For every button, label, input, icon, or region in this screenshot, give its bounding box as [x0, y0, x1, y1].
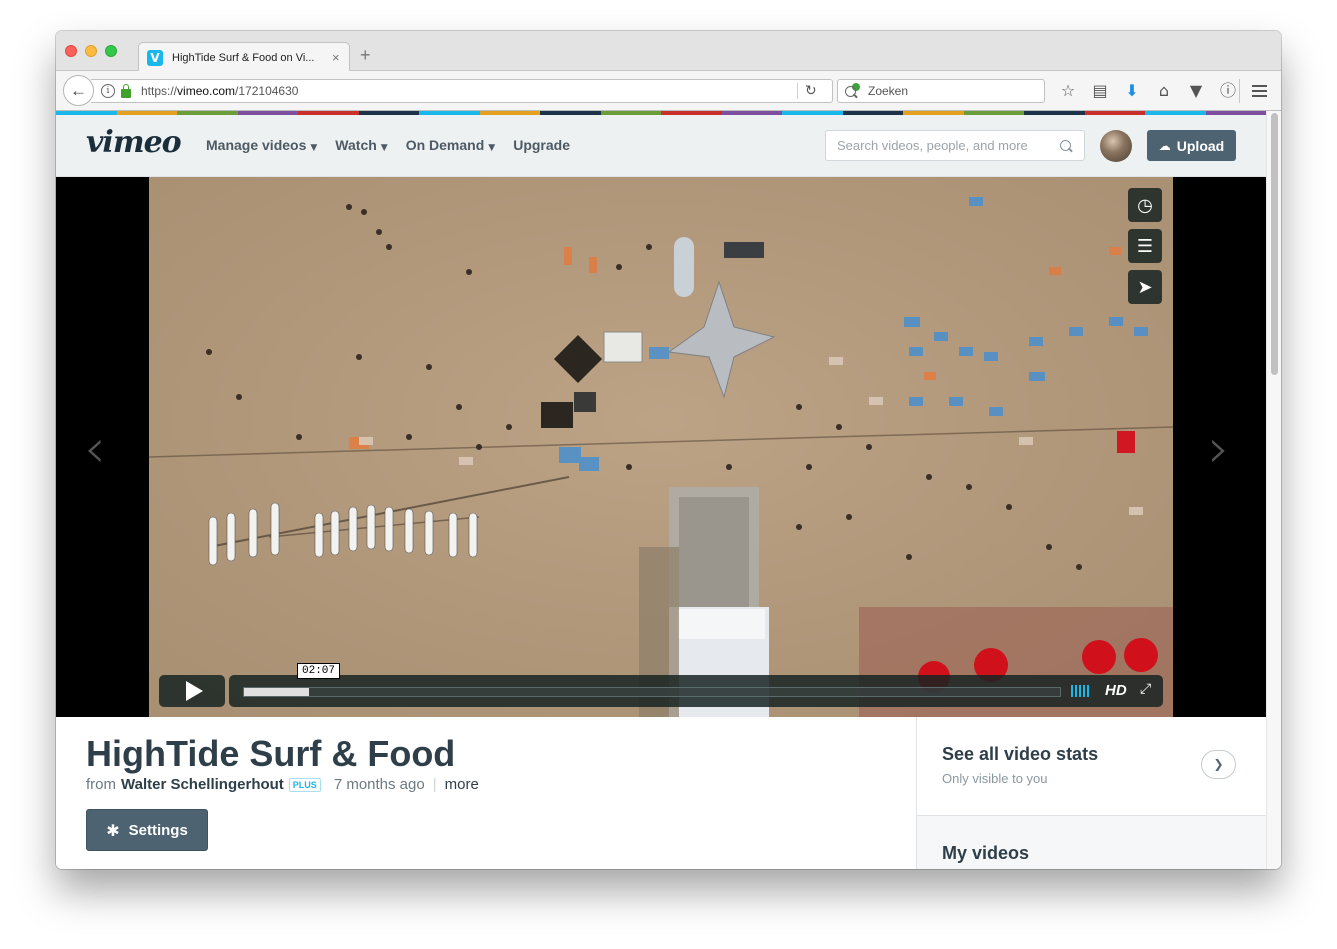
tab-bar: V HighTide Surf & Food on Vi... × +: [56, 31, 1281, 72]
gear-icon: ✱: [106, 820, 120, 840]
video-still: [149, 177, 1173, 717]
minimize-window-button[interactable]: [85, 45, 97, 57]
url-text: https://vimeo.com/172104630: [141, 84, 299, 98]
video-stats-card[interactable]: See all video stats Only visible to you …: [917, 717, 1267, 816]
avatar[interactable]: [1100, 130, 1132, 162]
player-controls: 02:07 HD ⤢: [159, 663, 1163, 707]
video-player[interactable]: ‹ › ◷ ☰ ➤ 02:07 HD ⤢: [56, 177, 1266, 717]
play-icon: [185, 681, 203, 701]
search-icon: [845, 85, 856, 97]
toolbar-icons: ☆ ▤ ⬇ ⌂ ▼ ⓘ: [1052, 81, 1244, 101]
lock-icon: [121, 83, 131, 98]
reading-list-icon[interactable]: ▤: [1084, 81, 1116, 101]
download-icon[interactable]: ⬇: [1116, 81, 1148, 101]
chevron-right-icon[interactable]: ❯: [1201, 750, 1236, 779]
reload-icon[interactable]: ↻: [805, 83, 817, 99]
home-icon[interactable]: ⌂: [1148, 81, 1180, 101]
control-bar: 02:07 HD ⤢: [229, 663, 1163, 707]
volume-icon[interactable]: [1071, 685, 1089, 697]
vimeo-favicon-icon: V: [147, 49, 163, 66]
pocket-icon[interactable]: ▼: [1180, 81, 1212, 101]
byline: from Walter Schellingerhout PLUS 7 month…: [86, 776, 479, 793]
plus-badge[interactable]: PLUS: [288, 777, 321, 792]
progress-fill: [244, 688, 310, 696]
chevron-down-icon: ▼: [310, 143, 318, 153]
collections-layers-icon[interactable]: ☰: [1128, 229, 1162, 263]
progress-bar[interactable]: [243, 687, 1061, 697]
more-link[interactable]: more: [445, 776, 479, 793]
search-icon[interactable]: [1060, 140, 1071, 151]
chevron-down-icon: ▼: [488, 143, 496, 153]
author-link[interactable]: Walter Schellingerhout: [121, 776, 284, 793]
back-arrow-icon: ←: [70, 80, 87, 100]
close-window-button[interactable]: [65, 45, 77, 57]
nav-on-demand[interactable]: On Demand ▼: [406, 137, 496, 153]
browser-search-placeholder: Zoeken: [868, 84, 909, 98]
settings-button[interactable]: ✱ Settings: [86, 809, 208, 851]
page-scrollbar[interactable]: [1266, 111, 1281, 869]
chevron-down-icon: ▼: [380, 143, 388, 153]
byline-divider: |: [432, 776, 437, 793]
upload-age: 7 months ago: [333, 776, 425, 793]
fullscreen-icon[interactable]: ⤢: [1140, 681, 1151, 697]
from-label: from: [86, 776, 116, 793]
tab-title: HighTide Surf & Food on Vi...: [172, 51, 315, 64]
right-sidebar: See all video stats Only visible to you …: [916, 717, 1267, 869]
play-button[interactable]: [159, 675, 225, 707]
star-icon[interactable]: ☆: [1052, 81, 1084, 101]
upload-button[interactable]: ☁ Upload: [1147, 130, 1236, 161]
browser-window: V HighTide Surf & Food on Vi... × + i ht…: [56, 31, 1281, 869]
site-search-placeholder: Search videos, people, and more: [837, 138, 1028, 153]
menu-icon[interactable]: [1252, 85, 1267, 100]
browser-search-input[interactable]: Zoeken: [837, 79, 1045, 103]
previous-video-arrow-icon[interactable]: ‹: [84, 417, 106, 480]
main-nav: Manage videos ▼ Watch ▼ On Demand ▼ Upgrade: [206, 137, 588, 153]
stats-title[interactable]: See all video stats: [942, 744, 1098, 765]
next-video-arrow-icon[interactable]: ›: [1208, 417, 1230, 480]
watch-later-clock-icon[interactable]: ◷: [1128, 188, 1162, 222]
vimeo-logo[interactable]: vimeo: [86, 125, 182, 160]
site-info-icon[interactable]: i: [101, 84, 115, 98]
nav-watch[interactable]: Watch ▼: [335, 137, 387, 153]
hd-toggle[interactable]: HD: [1105, 682, 1127, 699]
my-videos-heading: My videos: [942, 843, 1030, 863]
nav-upgrade[interactable]: Upgrade: [513, 137, 570, 153]
video-title: HighTide Surf & Food: [86, 733, 456, 774]
nav-manage-videos[interactable]: Manage videos ▼: [206, 137, 317, 153]
url-divider: [797, 83, 798, 99]
vimeo-header: vimeo Manage videos ▼ Watch ▼ On Demand ▼ U…: [56, 115, 1266, 177]
zoom-window-button[interactable]: [105, 45, 117, 57]
back-button[interactable]: ←: [63, 75, 94, 106]
video-info-area: HighTide Surf & Food from Walter Schelli…: [56, 717, 1267, 869]
tab-close-icon[interactable]: ×: [332, 50, 340, 65]
stats-subtitle: Only visible to you: [942, 771, 1048, 786]
navigation-bar: i https://vimeo.com/172104630 ← ↻ Zoeken…: [56, 71, 1281, 111]
browser-tab[interactable]: V HighTide Surf & Food on Vi... ×: [138, 42, 350, 72]
toolbar-divider: [1239, 79, 1240, 103]
cloud-upload-icon: ☁: [1158, 138, 1171, 153]
new-tab-button[interactable]: +: [360, 46, 371, 64]
scrollbar-thumb[interactable]: [1271, 113, 1278, 375]
site-search-input[interactable]: Search videos, people, and more: [825, 130, 1085, 161]
timecode-tooltip: 02:07: [297, 663, 341, 679]
share-paper-plane-icon[interactable]: ➤: [1128, 270, 1162, 304]
video-frame[interactable]: [149, 177, 1173, 717]
url-bar[interactable]: i https://vimeo.com/172104630: [91, 79, 833, 103]
